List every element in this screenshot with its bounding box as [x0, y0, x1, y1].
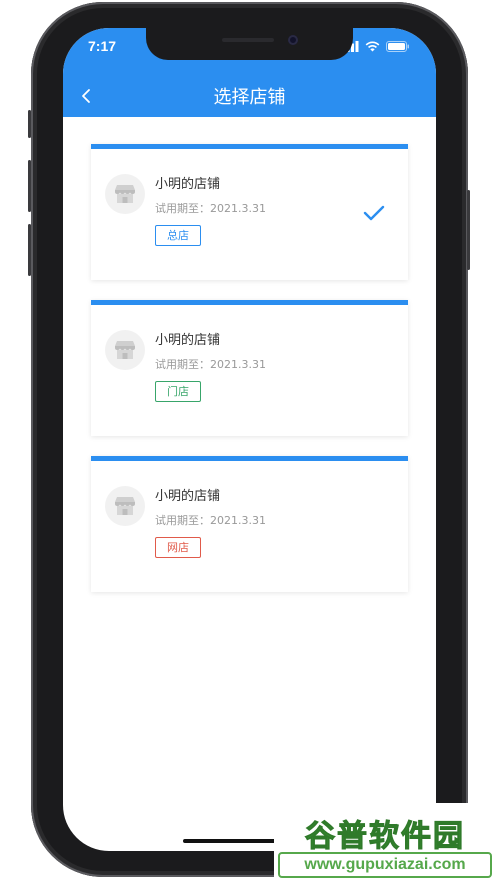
shop-card[interactable]: 小明的店铺 试用期至：2021.3.31 总店 — [91, 144, 408, 280]
page-title: 选择店铺 — [213, 87, 286, 108]
shop-card[interactable]: 小明的店铺 试用期至：2021.3.31 网店 — [91, 456, 408, 592]
store-icon — [115, 497, 135, 515]
shop-type-tag: 门店 — [155, 381, 201, 402]
status-time: 7:17 — [88, 38, 117, 54]
wifi-icon — [365, 41, 380, 51]
shop-card[interactable]: 小明的店铺 试用期至：2021.3.31 门店 — [91, 300, 408, 436]
battery-icon — [386, 40, 409, 52]
shop-avatar — [105, 174, 145, 214]
store-icon — [115, 341, 135, 359]
power-button — [467, 190, 470, 270]
notch — [146, 28, 353, 60]
shop-avatar — [105, 330, 145, 370]
shop-name: 小明的店铺 — [155, 489, 221, 504]
volume-up-button — [28, 160, 31, 212]
trial-expiry: 试用期至：2021.3.31 — [155, 358, 266, 371]
trial-expiry: 试用期至：2021.3.31 — [155, 514, 266, 527]
watermark-url: www.gupuxiazai.com — [278, 852, 492, 878]
shop-list: 小明的店铺 试用期至：2021.3.31 总店 小明的店铺 试用期至：2021.… — [91, 144, 408, 612]
shop-avatar — [105, 486, 145, 526]
front-camera — [288, 35, 298, 45]
shop-type-tag: 总店 — [155, 225, 201, 246]
watermark-name: 谷普软件园 — [305, 819, 465, 855]
phone-screen: 7:17 选择店铺 小明的店铺 试用期至：2021.3.31 总店 小明的店铺 … — [63, 28, 436, 851]
shop-type-tag: 网店 — [155, 537, 201, 558]
earpiece-speaker — [222, 38, 274, 42]
watermark: 谷普软件园 www.gupuxiazai.com — [274, 803, 496, 881]
volume-down-button — [28, 224, 31, 276]
shop-name: 小明的店铺 — [155, 333, 221, 348]
trial-expiry: 试用期至：2021.3.31 — [155, 202, 266, 215]
selected-check-icon — [363, 205, 385, 221]
shop-name: 小明的店铺 — [155, 177, 221, 192]
store-icon — [115, 185, 135, 203]
mute-switch — [28, 110, 31, 138]
